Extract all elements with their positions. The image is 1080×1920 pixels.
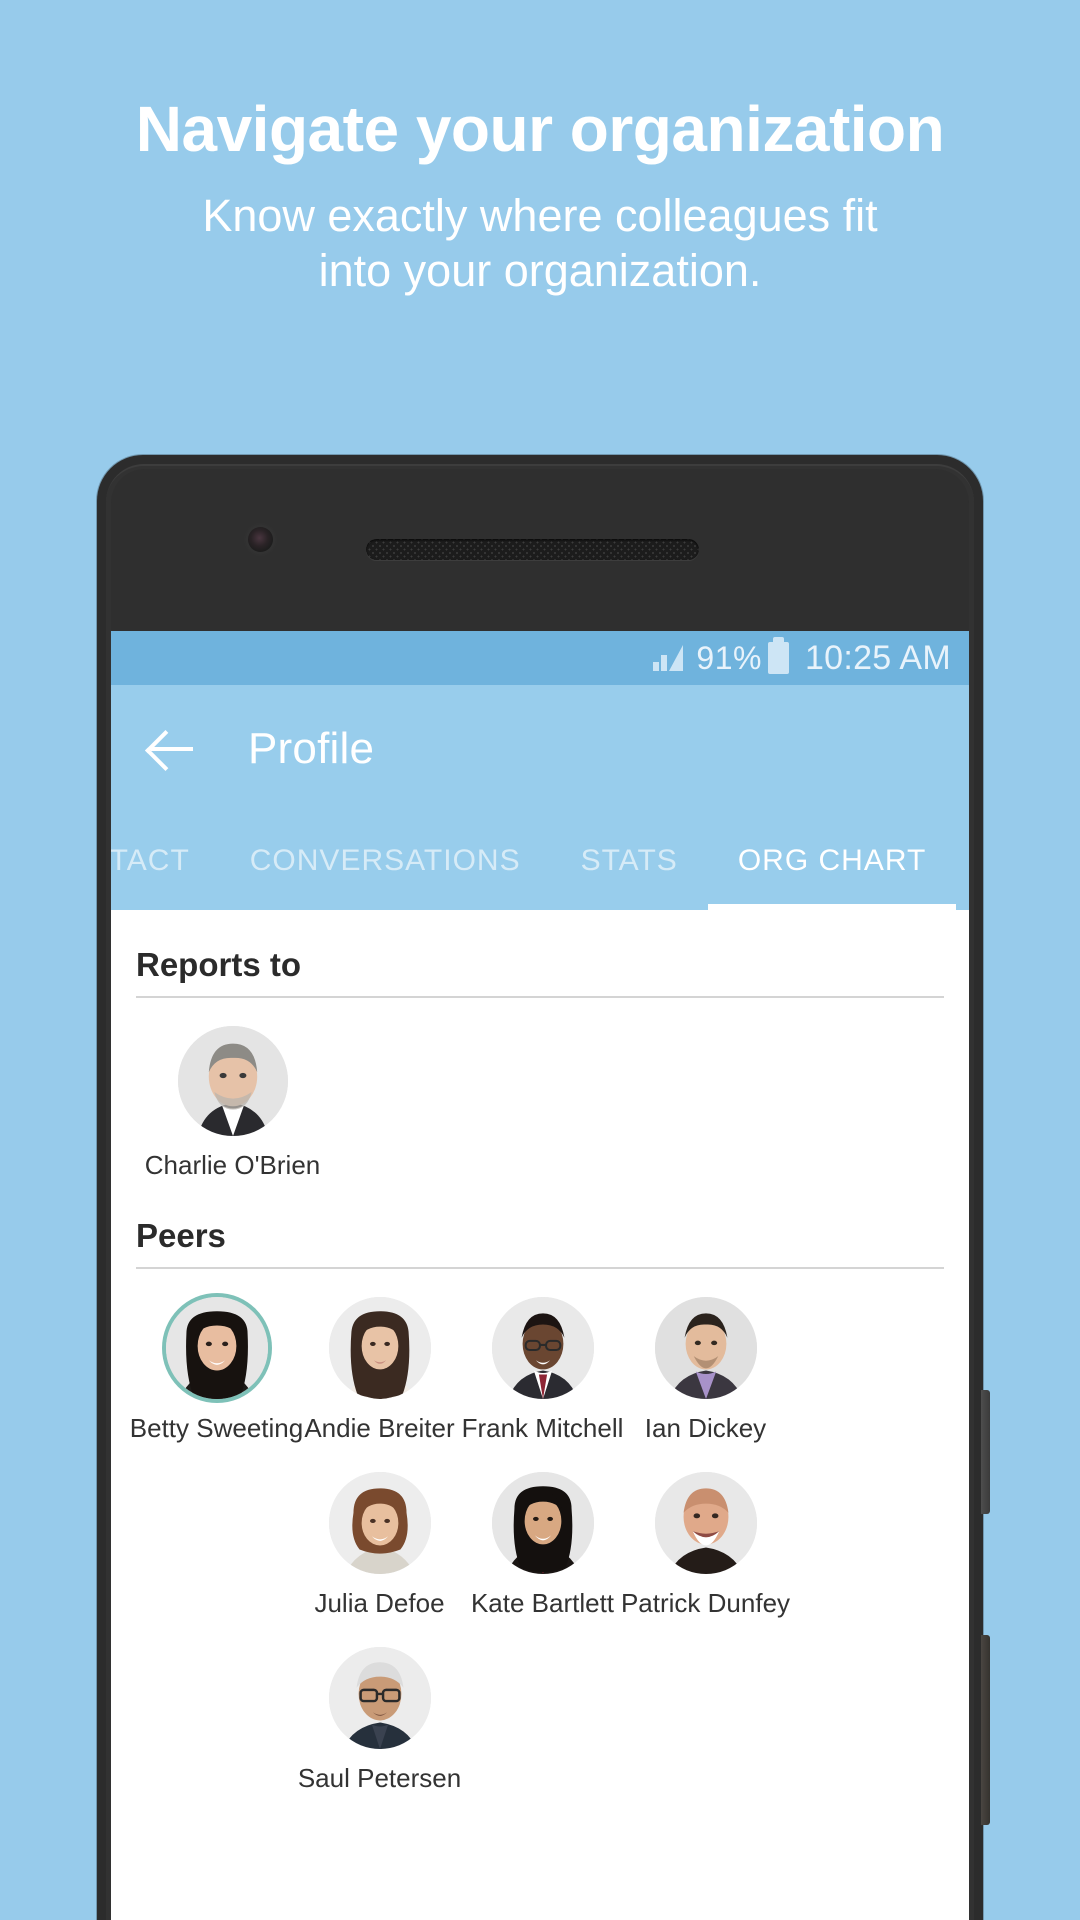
avatar	[328, 1647, 431, 1749]
tab-stats[interactable]: STATS	[551, 812, 708, 910]
cell-signal-icon	[653, 645, 684, 671]
peers-row-2: Julia Defoe Kate Bartlett Patrick Dunfey	[135, 1444, 945, 1619]
avatar	[654, 1472, 757, 1574]
list-item-label: Kate Bartlett	[470, 1588, 615, 1618]
list-item-label: Charlie O'Brien	[144, 1150, 321, 1180]
list-item[interactable]: Julia Defoe	[298, 1472, 461, 1619]
tab-bar: NTACT CONVERSATIONS STATS ORG CHART	[111, 812, 969, 910]
page-title: Profile	[248, 723, 375, 773]
promo-subtitle-line-1: Know exactly where colleagues fit	[202, 190, 878, 242]
battery-percent-label: 91%	[696, 639, 762, 676]
list-item-label: Frank Mitchell	[461, 1413, 624, 1443]
list-item[interactable]: Ian Dickey	[624, 1297, 787, 1444]
list-item-label: Saul Petersen	[297, 1763, 462, 1793]
tab-org-chart[interactable]: ORG CHART	[707, 812, 957, 910]
list-item[interactable]: Frank Mitchell	[461, 1297, 624, 1444]
status-bar-clock: 10:25 AM	[804, 638, 951, 677]
peers-row-3: Saul Petersen	[135, 1619, 945, 1794]
peers-row-1: Betty Sweeting Andie Breiter Frank Mitch…	[130, 1269, 945, 1444]
promo-subtitle: Know exactly where colleagues fit into y…	[0, 189, 1080, 299]
front-camera-icon	[248, 527, 273, 552]
avatar	[177, 1026, 288, 1136]
avatar	[654, 1297, 757, 1399]
list-item[interactable]: Saul Petersen	[298, 1647, 461, 1794]
section-header-reports-to: Reports to	[136, 910, 944, 998]
list-item-label: Andie Breiter	[304, 1413, 455, 1443]
promo-screenshot-page: Navigate your organization Know exactly …	[0, 0, 1080, 1920]
avatar	[491, 1472, 594, 1574]
list-item-label: Ian Dickey	[644, 1413, 767, 1443]
section-header-peers: Peers	[136, 1181, 944, 1269]
list-item-label: Julia Defoe	[314, 1588, 445, 1618]
promo-title: Navigate your organization	[135, 93, 945, 165]
list-item[interactable]: Betty Sweeting	[130, 1297, 303, 1444]
reports-to-row: Charlie O'Brien	[135, 998, 945, 1181]
list-item[interactable]: Kate Bartlett	[461, 1472, 624, 1619]
list-item-label: Patrick Dunfey	[620, 1588, 791, 1618]
volume-button[interactable]	[981, 1635, 990, 1825]
status-bar: 91% 10:25 AM	[111, 631, 969, 685]
back-arrow-icon[interactable]	[149, 726, 195, 772]
avatar	[165, 1297, 268, 1399]
tab-contact[interactable]: NTACT	[111, 812, 220, 910]
avatar	[328, 1297, 431, 1399]
earpiece-speaker-grille	[366, 539, 699, 560]
tab-conversations[interactable]: CONVERSATIONS	[220, 812, 551, 910]
avatar	[328, 1472, 431, 1574]
app-bar: Profile	[111, 685, 969, 812]
promo-copy: Navigate your organization Know exactly …	[0, 93, 1080, 299]
promo-subtitle-line-2: into your organization.	[318, 245, 762, 297]
org-chart-content: Reports to Charlie O'Brien Peers Betty S…	[111, 910, 969, 1920]
battery-icon	[767, 637, 789, 674]
list-item-label: Betty Sweeting	[129, 1413, 304, 1443]
power-button[interactable]	[981, 1390, 990, 1514]
list-item[interactable]: Patrick Dunfey	[620, 1472, 791, 1619]
list-item[interactable]: Charlie O'Brien	[145, 1026, 320, 1181]
list-item[interactable]: Andie Breiter	[298, 1297, 461, 1444]
avatar	[491, 1297, 594, 1399]
phone-screen: 91% 10:25 AM Profile NTACT CONVERSATIONS…	[111, 631, 969, 1920]
